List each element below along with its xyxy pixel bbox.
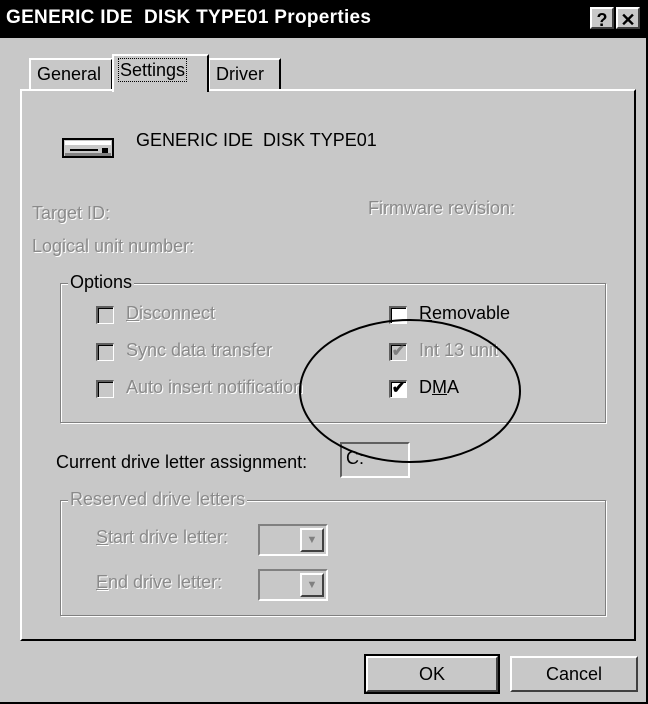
auto-insert-notification-label: Auto insert notification: [126, 377, 304, 397]
help-button[interactable]: ?: [590, 7, 614, 30]
sync-data-transfer-label: Sync data transfer: [126, 340, 273, 360]
dma-label-end: A: [447, 377, 460, 397]
tab-general-label: General: [37, 64, 102, 84]
close-button[interactable]: ✕: [616, 7, 640, 30]
sync-data-transfer-checkbox[interactable]: [96, 343, 114, 361]
disconnect-checkbox[interactable]: [96, 306, 114, 324]
removable-label: Removable: [419, 303, 510, 324]
properties-dialog: GENERIC IDE DISK TYPE01 Properties ? ✕ G…: [0, 0, 648, 704]
end-drive-letter-rest: nd drive letter:: [108, 572, 223, 592]
start-drive-letter-accel: S: [96, 527, 109, 547]
start-drive-letter-label: Start drive letter:: [96, 527, 228, 548]
tab-settings-label: Settings: [117, 58, 188, 82]
reserved-drive-letters-legend: Reserved drive letters: [68, 489, 248, 510]
disk-drive-icon: [62, 136, 114, 163]
start-drive-letter-rest: tart drive letter:: [108, 527, 229, 547]
title-bar[interactable]: GENERIC IDE DISK TYPE01 Properties ? ✕: [0, 0, 648, 38]
end-drive-letter-label: End drive letter:: [96, 572, 222, 593]
chevron-down-icon[interactable]: ▼: [300, 573, 324, 597]
dma-checkbox[interactable]: ✔: [389, 380, 407, 398]
disconnect-label-rest: isconnect: [139, 303, 216, 323]
tab-general[interactable]: General: [29, 58, 113, 90]
disconnect-label: Disconnect: [126, 303, 215, 324]
dma-label: DMA: [419, 377, 459, 398]
device-name: GENERIC IDE DISK TYPE01: [136, 130, 377, 150]
drive-letter-label: Current drive letter assignment:: [56, 452, 308, 472]
ok-button[interactable]: OK: [364, 654, 500, 694]
end-drive-letter-dropdown[interactable]: ▼: [258, 569, 328, 601]
int13-unit-label: Int 13 unit: [419, 340, 499, 360]
removable-checkbox[interactable]: [389, 306, 407, 324]
tab-driver-label: Driver: [216, 64, 264, 84]
reserved-drive-letters-group: [60, 500, 606, 616]
drive-letter-field[interactable]: C:: [340, 442, 410, 478]
dma-label-start: D: [419, 377, 432, 397]
dma-label-accel: M: [432, 377, 447, 397]
cancel-button[interactable]: Cancel: [510, 656, 638, 692]
options-legend: Options: [68, 272, 135, 293]
auto-insert-notification-checkbox[interactable]: [96, 380, 114, 398]
chevron-down-icon[interactable]: ▼: [300, 528, 324, 552]
end-drive-letter-accel: E: [96, 572, 109, 592]
removable-label-rest: emovable: [432, 303, 511, 323]
logical-unit-number-label: Logical unit number:: [32, 236, 195, 256]
tab-driver[interactable]: Driver: [208, 58, 281, 90]
target-id-label: Target ID:: [32, 203, 111, 223]
removable-label-accel: R: [419, 303, 432, 323]
window-title: GENERIC IDE DISK TYPE01 Properties: [6, 7, 372, 28]
int13-unit-checkbox[interactable]: ✔: [389, 343, 407, 361]
disconnect-label-accel: D: [126, 303, 139, 323]
start-drive-letter-dropdown[interactable]: ▼: [258, 524, 328, 556]
tab-settings[interactable]: Settings: [112, 54, 209, 92]
firmware-revision-label: Firmware revision:: [368, 198, 516, 218]
